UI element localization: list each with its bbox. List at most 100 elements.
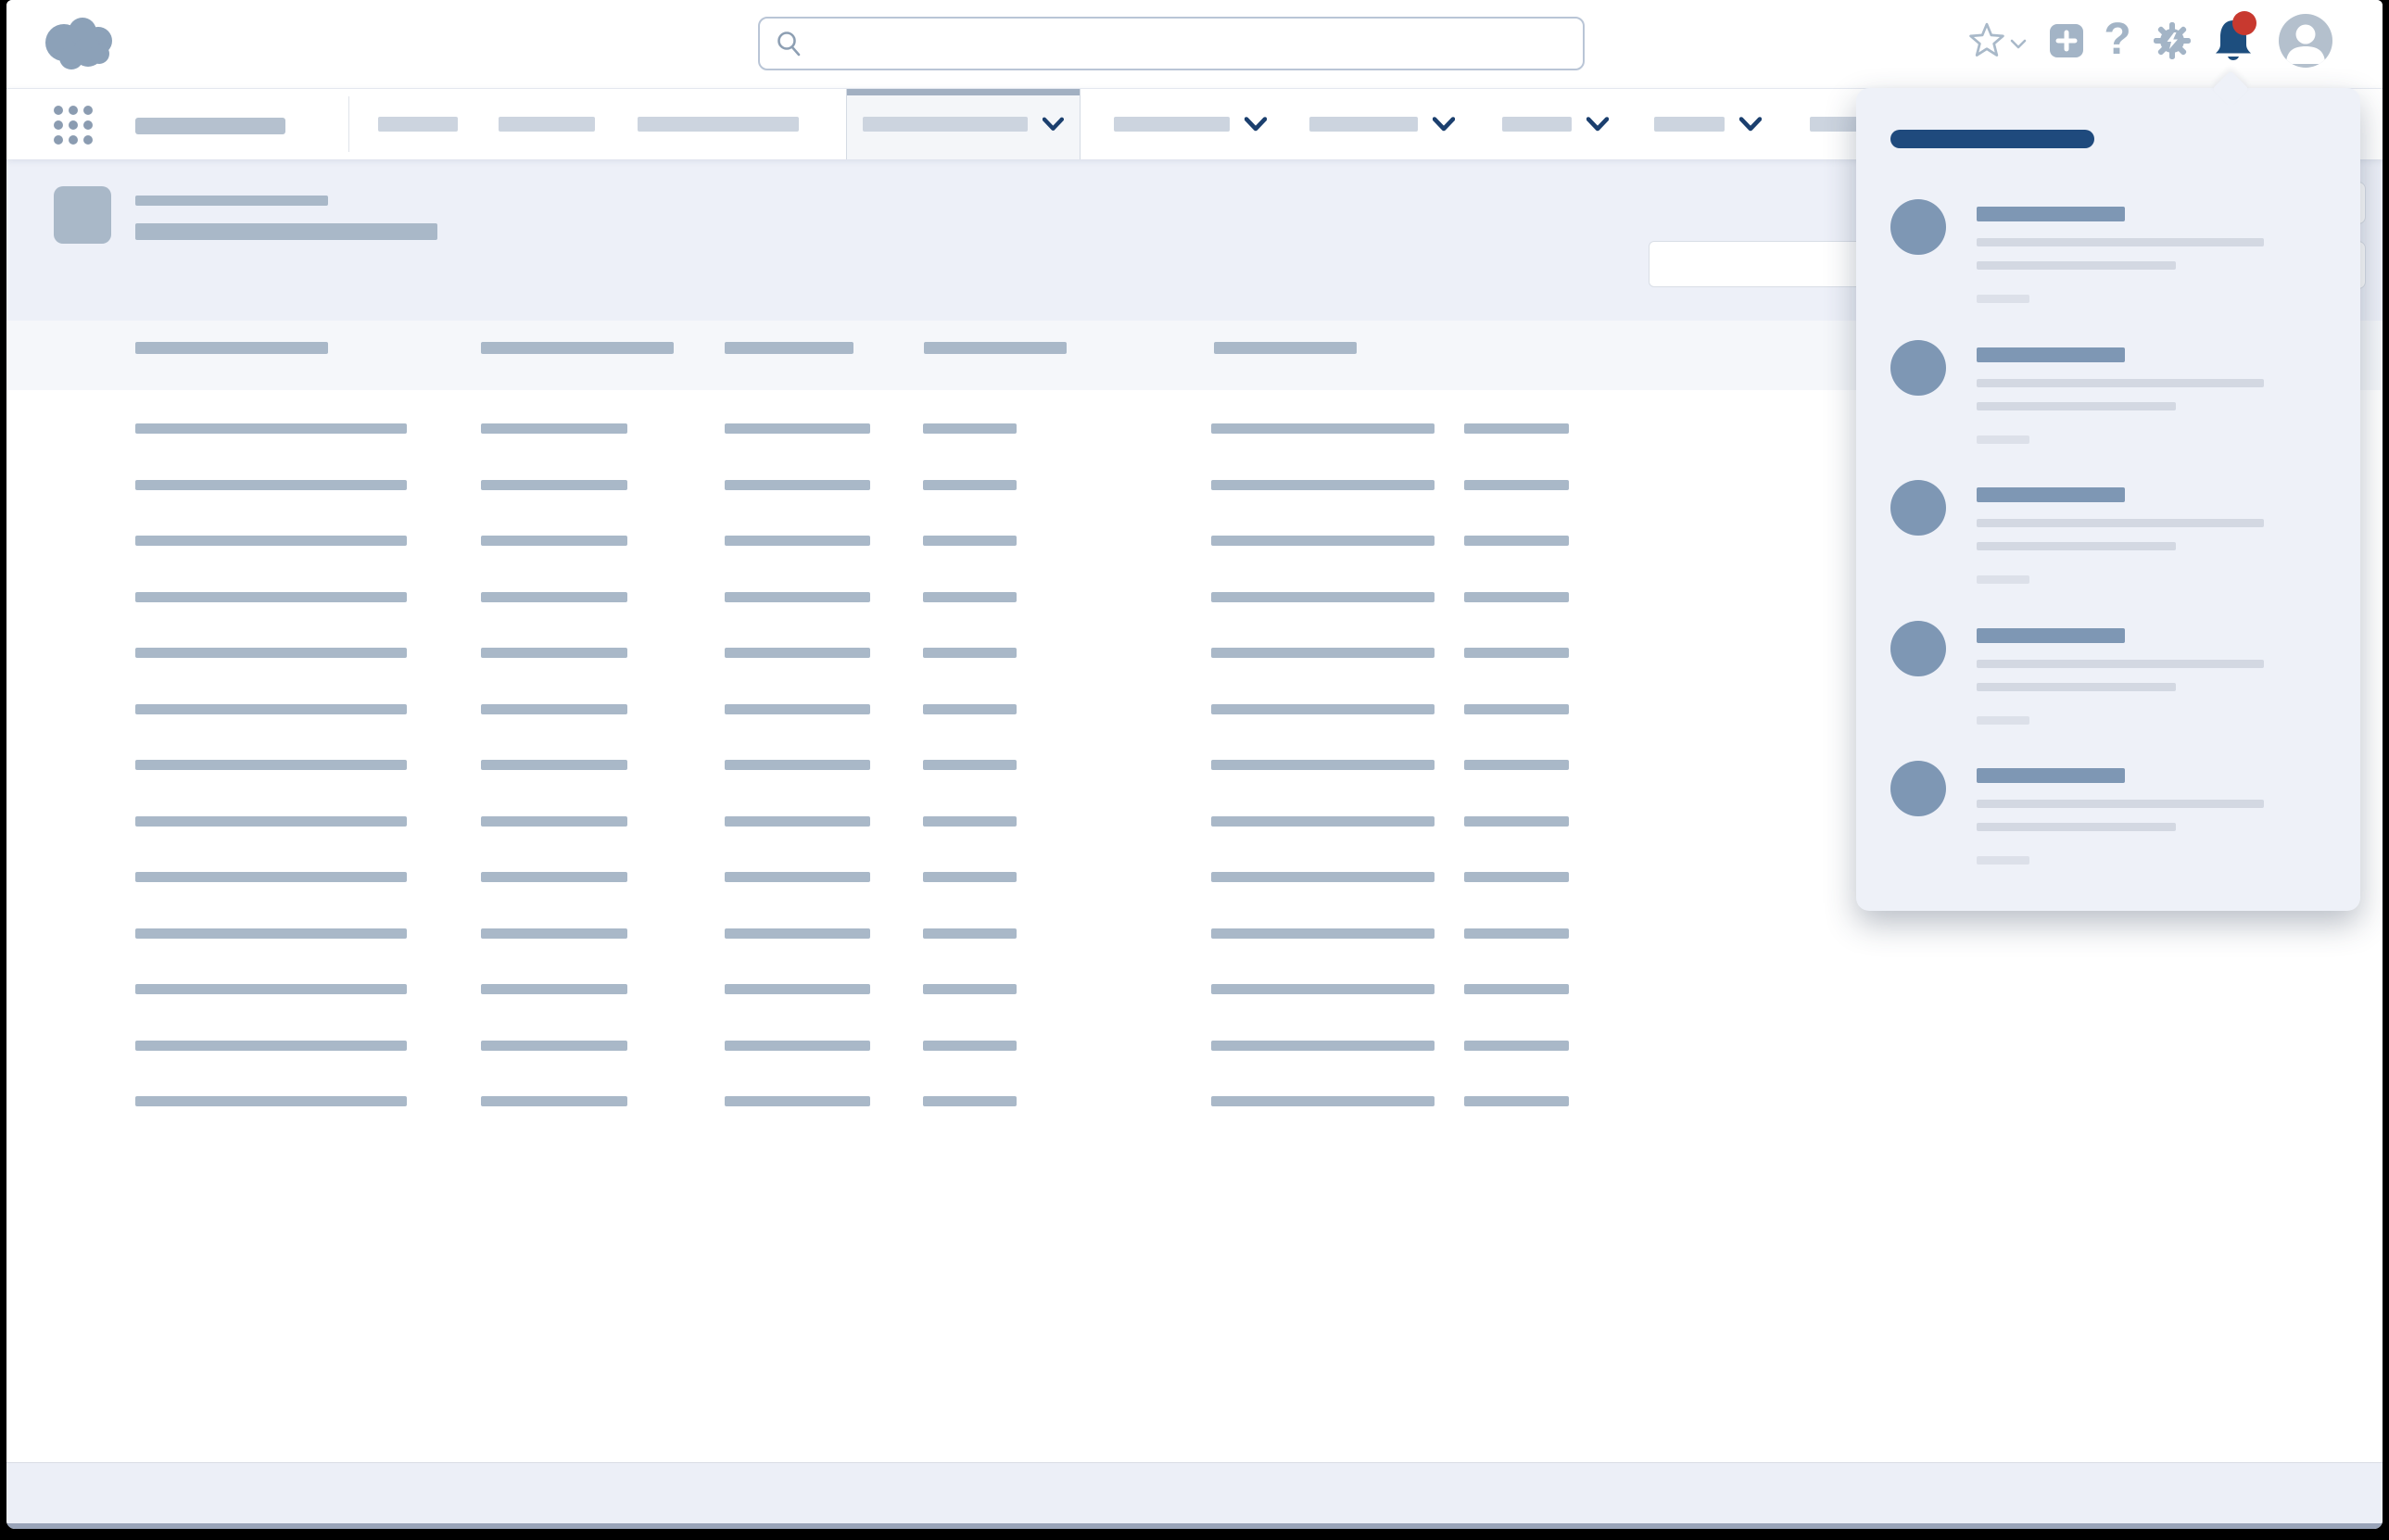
cell-skeleton [481, 816, 627, 827]
footer [6, 1462, 2383, 1523]
cell-skeleton [1211, 760, 1435, 770]
cell-skeleton [481, 704, 627, 714]
nav-tab[interactable] [1502, 89, 1609, 159]
notification-avatar [1890, 621, 1946, 676]
cell-skeleton [1464, 1041, 1569, 1051]
notification-line-skeleton [1977, 238, 2264, 246]
question-icon: ? [2104, 14, 2130, 65]
cell-skeleton [481, 423, 627, 434]
app-window: ? [6, 0, 2383, 1529]
chevron-down-icon [1586, 117, 1609, 132]
cell-skeleton [725, 760, 870, 770]
notification-item[interactable] [1856, 761, 2360, 870]
cell-skeleton [923, 536, 1017, 546]
chevron-down-icon [2010, 39, 2027, 50]
cell-skeleton [135, 928, 407, 939]
cell-skeleton [725, 872, 870, 882]
cell-skeleton [725, 984, 870, 994]
cell-skeleton [923, 648, 1017, 658]
nav-tab[interactable] [638, 89, 799, 159]
table-row[interactable] [6, 1031, 2383, 1060]
tab-label-skeleton [1502, 117, 1572, 132]
help-button[interactable]: ? [2099, 11, 2136, 67]
cell-skeleton [481, 648, 627, 658]
cell-skeleton [481, 592, 627, 602]
cell-skeleton [1211, 1041, 1435, 1051]
setup-button[interactable] [2153, 21, 2192, 60]
cell-skeleton [1211, 480, 1435, 490]
notifications-button[interactable] [2211, 17, 2256, 63]
cell-skeleton [725, 1041, 870, 1051]
nav-tab[interactable] [378, 89, 458, 159]
table-row[interactable] [6, 1087, 2383, 1116]
cell-skeleton [1464, 536, 1569, 546]
chevron-down-icon [1739, 117, 1762, 132]
notification-title-skeleton [1977, 207, 2125, 221]
app-launcher-button[interactable] [54, 106, 95, 146]
column-header-skeleton [481, 342, 674, 354]
notification-avatar [1890, 340, 1946, 396]
cell-skeleton [481, 984, 627, 994]
cell-skeleton [1211, 928, 1435, 939]
table-row[interactable] [6, 919, 2383, 948]
nav-tab[interactable] [1114, 89, 1267, 159]
cell-skeleton [725, 536, 870, 546]
cell-skeleton [725, 423, 870, 434]
plus-box-icon [2050, 24, 2083, 57]
cell-skeleton [725, 592, 870, 602]
cell-skeleton [725, 704, 870, 714]
chevron-down-icon [1043, 117, 1064, 132]
search-input[interactable] [803, 18, 1583, 69]
page-subtitle-skeleton [135, 223, 437, 240]
notification-item[interactable] [1856, 621, 2360, 730]
global-header: ? [6, 0, 2383, 88]
nav-tab[interactable] [1309, 89, 1455, 159]
tab-label-skeleton [638, 117, 799, 132]
cell-skeleton [481, 480, 627, 490]
cell-skeleton [1464, 928, 1569, 939]
table-row[interactable] [6, 975, 2383, 1004]
notification-timestamp-skeleton [1977, 716, 2029, 725]
avatar-person-icon [2279, 14, 2332, 68]
cell-skeleton [481, 1041, 627, 1051]
cell-skeleton [923, 928, 1017, 939]
cell-skeleton [135, 1041, 407, 1051]
notification-line-skeleton [1977, 660, 2264, 668]
global-search[interactable] [758, 17, 1585, 70]
search-icon [775, 30, 803, 57]
page-title-skeleton [135, 196, 328, 206]
add-button[interactable] [2050, 24, 2083, 57]
favorites-button[interactable] [1964, 20, 2030, 61]
cell-skeleton [923, 760, 1017, 770]
notification-avatar [1890, 761, 1946, 816]
notification-item[interactable] [1856, 480, 2360, 589]
tab-label-skeleton [499, 117, 595, 132]
cell-skeleton [1211, 872, 1435, 882]
notification-avatar [1890, 199, 1946, 255]
cell-skeleton [1464, 480, 1569, 490]
notification-item[interactable] [1856, 199, 2360, 309]
notification-line-skeleton [1977, 800, 2264, 808]
cell-skeleton [1211, 648, 1435, 658]
cell-skeleton [1211, 704, 1435, 714]
cell-skeleton [1464, 1096, 1569, 1106]
notification-title-skeleton [1977, 487, 2125, 502]
cell-skeleton [481, 760, 627, 770]
notification-item[interactable] [1856, 340, 2360, 449]
cell-skeleton [481, 928, 627, 939]
cell-skeleton [1464, 760, 1569, 770]
cell-skeleton [725, 480, 870, 490]
cell-skeleton [135, 1096, 407, 1106]
cell-skeleton [1464, 648, 1569, 658]
popover-title-skeleton [1890, 130, 2094, 148]
tab-label-skeleton [1114, 117, 1230, 132]
profile-avatar[interactable] [2279, 14, 2332, 68]
tab-label-skeleton [863, 117, 1028, 132]
nav-tab[interactable] [1654, 89, 1762, 159]
column-header-skeleton [135, 342, 328, 354]
nav-tab[interactable] [499, 89, 595, 159]
cell-skeleton [923, 984, 1017, 994]
notification-line-skeleton [1977, 683, 2176, 691]
nav-tab-active[interactable] [846, 89, 1081, 159]
cell-skeleton [923, 816, 1017, 827]
